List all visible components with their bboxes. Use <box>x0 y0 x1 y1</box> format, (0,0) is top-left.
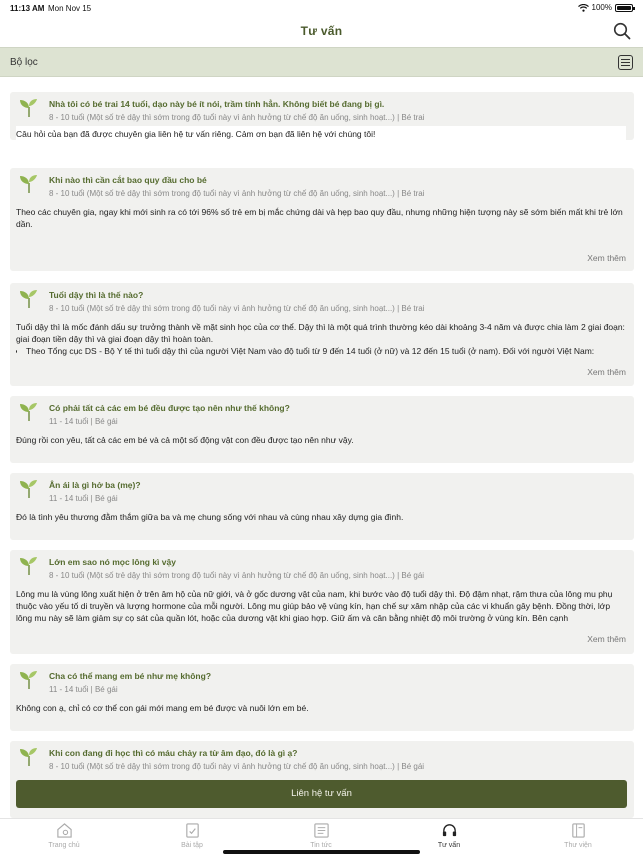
question-meta: 8 - 10 tuổi (Một số trẻ dậy thì sớm tron… <box>49 571 425 580</box>
nav-bar: Tư vấn <box>0 16 643 46</box>
question-meta: 11 - 14 tuổi | Bé gái <box>49 494 118 503</box>
library-icon <box>571 823 585 838</box>
question-card[interactable]: Lớn em sao nó mọc lông kì vậy 8 - 10 tuổ… <box>10 550 634 654</box>
question-card[interactable]: Có phải tất cả các em bé đều được tạo nê… <box>10 396 634 463</box>
question-card[interactable]: Khi nào thì cần cắt bao quy đầu cho bé 8… <box>10 168 634 271</box>
tab-label: Thư viện <box>564 842 592 849</box>
answer-text: Tuổi dậy thì là mốc đánh dấu sự trưởng t… <box>16 319 626 357</box>
tab-consult[interactable]: Tư vấn <box>385 822 513 849</box>
answer-text: Câu hỏi của bạn đã được chuyên gia liên … <box>16 126 626 140</box>
see-more-link[interactable]: Xem thêm <box>587 367 626 377</box>
question-title: Cha có thể mang em bé như mẹ không? <box>49 671 212 681</box>
answer-text: Đó là tình yêu thương đằm thắm giữa ba v… <box>16 512 404 522</box>
exercise-icon <box>185 823 199 838</box>
see-more-link[interactable]: Xem thêm <box>587 634 626 644</box>
question-title: Ân ái là gì hở ba (mẹ)? <box>49 480 141 490</box>
wifi-icon <box>577 3 589 12</box>
home-icon <box>56 823 72 838</box>
sprout-icon <box>20 99 37 118</box>
question-card[interactable]: Tuổi dậy thì là thế nào? 8 - 10 tuổi (Mộ… <box>10 283 634 386</box>
sprout-icon <box>20 671 37 690</box>
tab-label: Bài tập <box>181 842 203 849</box>
sprout-icon <box>20 175 37 194</box>
question-meta: 8 - 10 tuổi (Một số trẻ dậy thì sớm tron… <box>49 189 425 198</box>
battery-icon <box>615 3 635 12</box>
question-title: Nhà tôi có bé trai 14 tuổi, dạo này bé í… <box>49 99 385 109</box>
question-title: Tuổi dậy thì là thế nào? <box>49 290 144 300</box>
sprout-icon <box>20 403 37 422</box>
filter-sliders-icon[interactable] <box>618 55 633 70</box>
question-meta: 11 - 14 tuổi | Bé gái <box>49 685 118 694</box>
filter-label: Bộ lọc <box>10 57 38 68</box>
answer-text: Không con ạ, chỉ có cơ thể con gái mới m… <box>16 703 309 713</box>
contact-consult-button[interactable]: Liên hệ tư vấn <box>16 780 627 808</box>
page-title: Tư vấn <box>300 24 343 38</box>
question-title: Có phải tất cả các em bé đều được tạo nê… <box>49 403 290 413</box>
battery-percent: 100% <box>591 3 612 12</box>
answer-text: Lông mu là vùng lông xuất hiện ở trên âm… <box>16 589 613 623</box>
sprout-icon <box>20 480 37 499</box>
filter-bar[interactable]: Bộ lọc <box>0 47 643 77</box>
answer-bullet: Theo Tổng cục DS - Bộ Y tế thì tuổi dậy … <box>26 345 626 357</box>
answer-text: Theo các chuyên gia, ngay khi mới sinh r… <box>16 207 623 229</box>
tab-home[interactable]: Trang chủ <box>0 822 128 849</box>
question-title: Khi nào thì cần cắt bao quy đầu cho bé <box>49 175 207 185</box>
question-card[interactable]: Ân ái là gì hở ba (mẹ)? 11 - 14 tuổi | B… <box>10 473 634 540</box>
tab-label: Tin tức <box>310 842 332 849</box>
answer-paragraph: Tuổi dậy thì là mốc đánh dấu sự trưởng t… <box>16 322 625 344</box>
sprout-icon <box>20 748 37 767</box>
question-card[interactable]: Nhà tôi có bé trai 14 tuổi, dạo này bé í… <box>10 92 634 140</box>
status-bar: 11:13 AM Mon Nov 15 100% <box>0 0 643 16</box>
question-meta: 8 - 10 tuổi (Một số trẻ dậy thì sớm tron… <box>49 762 425 771</box>
tab-label: Trang chủ <box>48 842 80 849</box>
sprout-icon <box>20 557 37 576</box>
status-time: 11:13 AM <box>10 4 45 13</box>
headset-icon <box>442 824 456 837</box>
tab-library[interactable]: Thư viện <box>514 822 642 849</box>
tab-exercise[interactable]: Bài tập <box>128 822 256 849</box>
answer-text: Đúng rồi con yêu, tất cả các em bé và cả… <box>16 435 354 445</box>
question-title: Lớn em sao nó mọc lông kì vậy <box>49 557 176 567</box>
tab-label: Tư vấn <box>437 842 461 849</box>
question-list[interactable]: Nhà tôi có bé trai 14 tuổi, dạo này bé í… <box>0 78 643 818</box>
question-meta: 11 - 14 tuổi | Bé gái <box>49 417 118 426</box>
news-icon <box>313 823 329 838</box>
question-meta: 8 - 10 tuổi (Một số trẻ dậy thì sớm tron… <box>49 113 425 122</box>
tab-news[interactable]: Tin tức <box>257 822 385 849</box>
status-right: 100% <box>577 3 635 12</box>
status-date: Mon Nov 15 <box>48 4 92 13</box>
question-card[interactable]: Cha có thể mang em bé như mẹ không? 11 -… <box>10 664 634 731</box>
sprout-icon <box>20 290 37 309</box>
question-title: Khi con đang đi học thì có máu chảy ra t… <box>49 748 298 758</box>
see-more-link[interactable]: Xem thêm <box>587 253 626 263</box>
search-icon[interactable] <box>613 22 631 40</box>
home-indicator <box>223 850 420 854</box>
question-meta: 8 - 10 tuổi (Một số trẻ dậy thì sớm tron… <box>49 304 425 313</box>
